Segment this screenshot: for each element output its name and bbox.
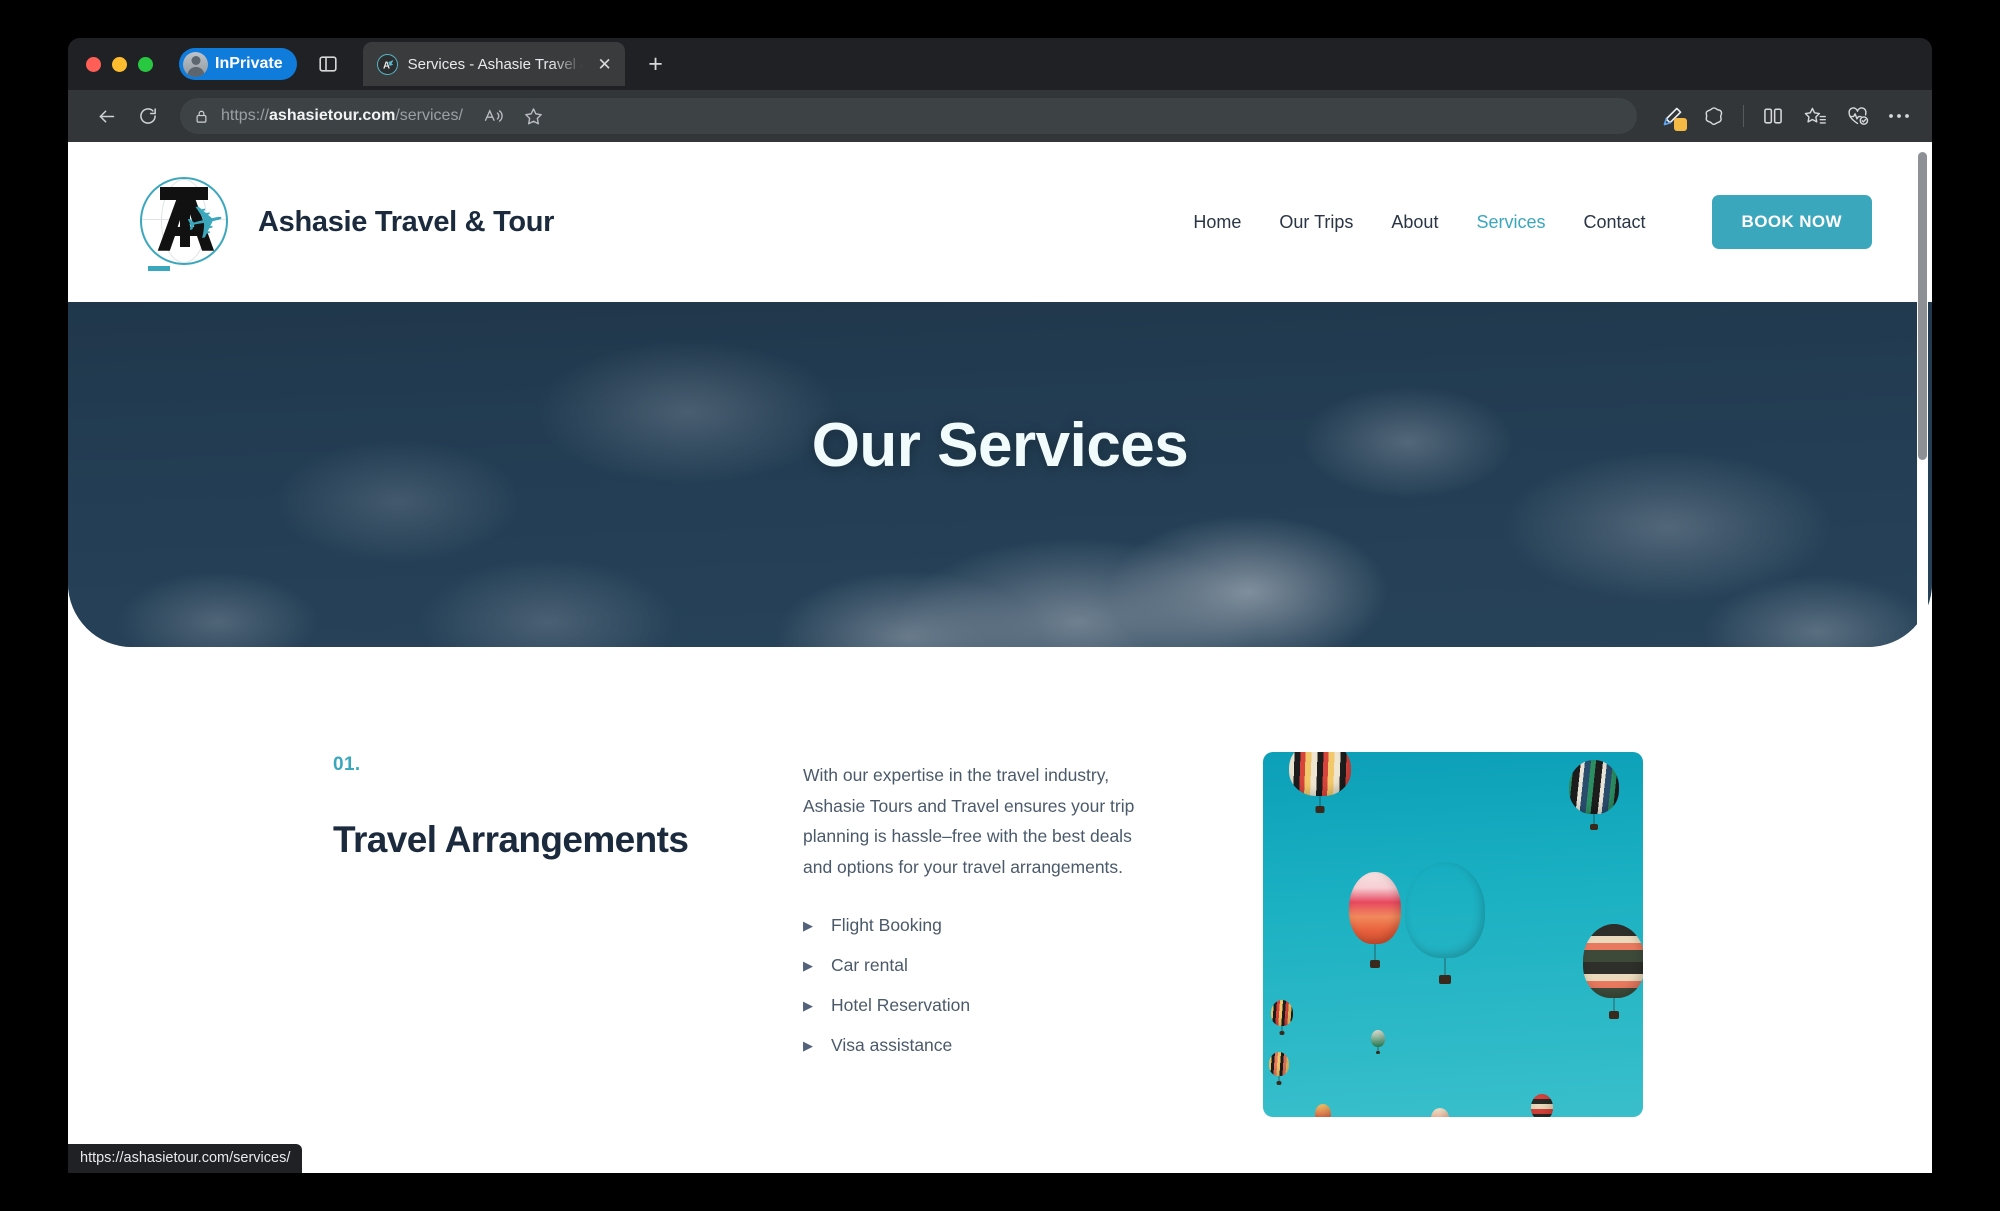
service-feature-list: ▶ Flight Booking ▶ Car rental ▶ Hotel Re… <box>803 915 1163 1056</box>
browser-tab[interactable]: A Services - Ashasie Travel & Tou ✕ <box>362 42 625 86</box>
nav-item-home[interactable]: Home <box>1193 212 1241 233</box>
back-arrow-icon[interactable] <box>88 98 124 134</box>
site-logo[interactable]: A ✈ Ashasie Travel & Tour <box>134 171 554 273</box>
browser-toolbar: https://ashasietour.com/services/ <box>68 90 1932 142</box>
page-title: Our Services <box>811 411 1189 480</box>
status-bar-url: https://ashasietour.com/services/ <box>68 1144 303 1173</box>
plus-icon[interactable]: + <box>639 47 673 81</box>
balloon <box>1315 1104 1331 1117</box>
tab-strip: InPrivate A Services - Ashasie Travel & … <box>68 38 1932 90</box>
list-item-label: Flight Booking <box>831 914 942 935</box>
service-detail-column: With our expertise in the travel industr… <box>803 752 1163 1117</box>
service-heading-column: 01. Travel Arrangements <box>333 752 803 1117</box>
nav-item-our-trips[interactable]: Our Trips <box>1279 212 1353 233</box>
nav-item-contact[interactable]: Contact <box>1583 212 1645 233</box>
minimize-window-button[interactable] <box>112 56 127 72</box>
tab-list-icon[interactable] <box>311 47 345 81</box>
book-now-button[interactable]: BOOK NOW <box>1711 195 1872 249</box>
service-section: 01. Travel Arrangements With our experti… <box>68 647 1932 1117</box>
balloon <box>1289 752 1351 813</box>
ashasie-favicon: A <box>376 53 398 75</box>
triangle-bullet-icon: ▶ <box>803 917 813 933</box>
balloon <box>1583 924 1643 1019</box>
copilot-icon[interactable] <box>1695 98 1733 134</box>
balloon <box>1531 1094 1553 1117</box>
read-aloud-icon[interactable] <box>475 98 513 134</box>
triangle-bullet-icon: ▶ <box>803 957 813 973</box>
balloon <box>1371 1030 1385 1054</box>
lock-icon <box>194 109 209 124</box>
address-bar[interactable]: https://ashasietour.com/services/ <box>180 98 1637 134</box>
list-item: ▶ Visa assistance <box>803 1035 1163 1056</box>
hot-air-balloons-photo <box>1263 752 1643 1117</box>
close-icon[interactable]: ✕ <box>593 52 617 76</box>
page-scrollbar[interactable] <box>1917 152 1928 1163</box>
list-item-label: Car rental <box>831 954 908 975</box>
url-text: https://ashasietour.com/services/ <box>221 107 463 124</box>
service-description: With our expertise in the travel industr… <box>803 765 1135 877</box>
service-title: Travel Arrangements <box>333 819 689 860</box>
window-controls <box>86 56 153 72</box>
scrollbar-thumb[interactable] <box>1918 152 1927 460</box>
brand-name: Ashasie Travel & Tour <box>258 205 555 238</box>
site-navigation: Home Our Trips About Services Contact BO… <box>1193 195 1872 249</box>
service-number: 01. <box>333 754 361 775</box>
balloon <box>1349 872 1401 968</box>
nav-item-about[interactable]: About <box>1391 212 1438 233</box>
balloon <box>1269 1052 1289 1085</box>
balloon <box>1405 862 1485 984</box>
logo-icon: A ✈ <box>134 171 236 273</box>
reload-icon[interactable] <box>130 98 166 134</box>
close-window-button[interactable] <box>86 56 101 72</box>
balloon <box>1569 760 1619 830</box>
list-item: ▶ Hotel Reservation <box>803 995 1163 1016</box>
site-header: A ✈ Ashasie Travel & Tour Home Our Trips… <box>68 142 1932 302</box>
balloon <box>1431 1108 1449 1117</box>
settings-and-more-icon[interactable] <box>1880 98 1918 134</box>
highlighter-pen-icon[interactable] <box>1653 98 1691 134</box>
triangle-bullet-icon: ▶ <box>803 997 813 1013</box>
balloon <box>1271 1000 1293 1035</box>
tab-title: Services - Ashasie Travel & Tou <box>407 55 583 73</box>
collections-icon[interactable] <box>1796 98 1834 134</box>
browser-window: InPrivate A Services - Ashasie Travel & … <box>68 38 1932 1173</box>
inprivate-profile-pill[interactable]: InPrivate <box>179 48 297 80</box>
hero-banner: Our Services <box>68 302 1932 647</box>
avatar <box>183 51 208 77</box>
list-item-label: Visa assistance <box>831 1034 953 1055</box>
triangle-bullet-icon: ▶ <box>803 1037 813 1053</box>
page-viewport: A ✈ Ashasie Travel & Tour Home Our Trips… <box>68 142 1932 1173</box>
split-screen-icon[interactable] <box>1754 98 1792 134</box>
svg-text:A: A <box>383 60 390 71</box>
toolbar-actions <box>1653 98 1918 134</box>
maximize-window-button[interactable] <box>138 56 153 72</box>
list-item-label: Hotel Reservation <box>831 994 971 1015</box>
browser-essentials-icon[interactable] <box>1838 98 1876 134</box>
logo-underline <box>148 266 170 271</box>
inprivate-label: InPrivate <box>215 55 283 72</box>
pen-badge <box>1674 118 1687 131</box>
nav-item-services[interactable]: Services <box>1476 212 1545 233</box>
toolbar-divider <box>1743 105 1744 127</box>
list-item: ▶ Car rental <box>803 955 1163 976</box>
list-item: ▶ Flight Booking <box>803 915 1163 936</box>
star-outline-icon[interactable] <box>515 98 553 134</box>
